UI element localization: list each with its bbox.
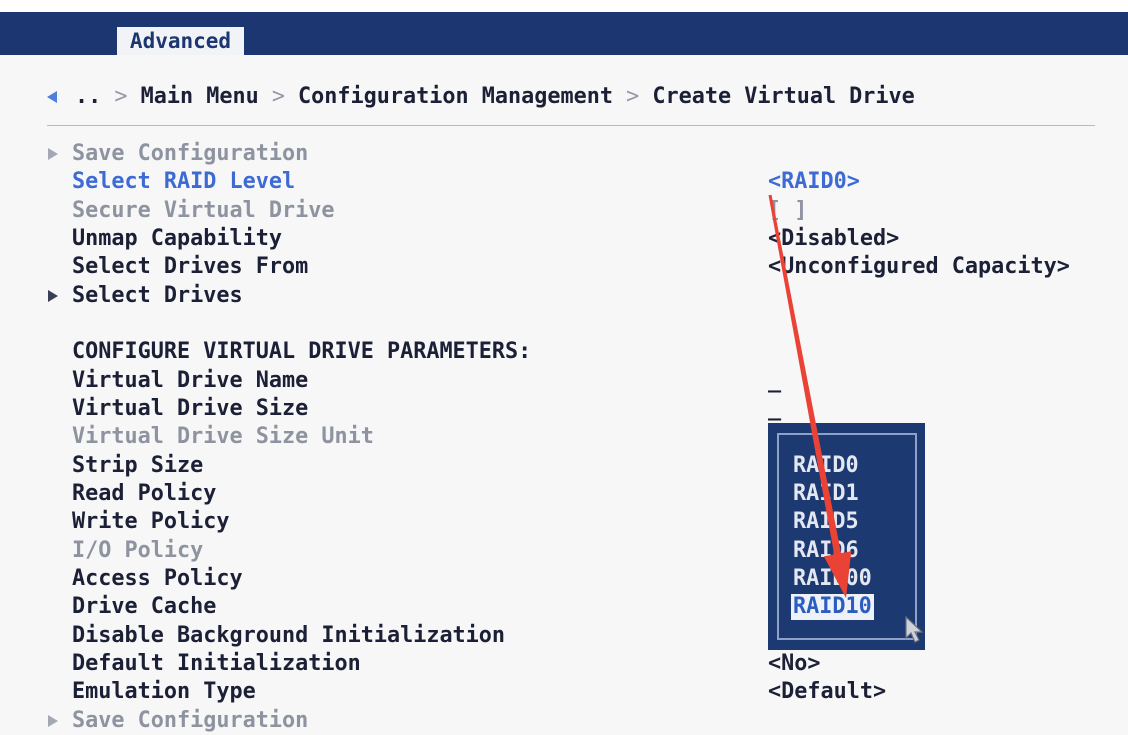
menu-item-write-policy[interactable]: Write Policy	[0, 508, 1128, 536]
breadcrumb: .. > Main Menu > Configuration Management > Cr…	[75, 83, 915, 111]
menu-item-virtual-drive-name[interactable]: Virtual Drive Name _	[0, 367, 1128, 395]
breadcrumb-item-main-menu: Main Menu	[140, 84, 259, 109]
back-arrow-icon[interactable]	[47, 91, 57, 103]
menu-item-label: Strip Size	[72, 452, 204, 478]
menu-item-default-initialization[interactable]: Default Initialization <No>	[0, 650, 1128, 678]
option-raid6[interactable]: RAID6	[793, 537, 874, 565]
menu-item-label: Disable Background Initialization	[72, 622, 506, 648]
breadcrumb-divider	[47, 125, 1095, 126]
option-label: RAID1	[793, 481, 859, 507]
menu-item-virtual-drive-size[interactable]: Virtual Drive Size _	[0, 395, 1128, 423]
top-strip	[0, 0, 1128, 12]
menu-item-label: Emulation Type	[72, 679, 256, 705]
option-label: RAID0	[793, 452, 859, 478]
option-label: RAID10	[791, 594, 874, 621]
unmap-capability-select[interactable]: <Disabled>	[768, 225, 899, 253]
breadcrumb-item-configuration-management: Configuration Management	[298, 84, 613, 109]
menu-item-select-drives-from[interactable]: Select Drives From <Unconfigured Capacity…	[0, 253, 1128, 281]
submenu-arrow-icon	[48, 148, 58, 160]
menu-item-label: Save Configuration	[72, 141, 309, 166]
breadcrumb-separator: >	[114, 84, 128, 109]
menu-item-label: Access Policy	[72, 565, 243, 591]
option-raid5[interactable]: RAID5	[793, 508, 874, 536]
default-initialization-select[interactable]: <No>	[768, 650, 821, 678]
virtual-drive-size-input[interactable]: _	[768, 395, 781, 423]
section-heading: CONFIGURE VIRTUAL DRIVE PARAMETERS:	[0, 338, 1128, 366]
menu-item-label: Select RAID Level	[72, 169, 296, 195]
menu-item-label: Save Configuration	[72, 707, 309, 733]
menu-item-read-policy[interactable]: Read Policy	[0, 480, 1128, 508]
section-heading-label: CONFIGURE VIRTUAL DRIVE PARAMETERS:	[72, 339, 532, 365]
menu-item-unmap-capability[interactable]: Unmap Capability <Disabled>	[0, 225, 1128, 253]
select-drives-from-select[interactable]: <Unconfigured Capacity>	[768, 253, 1070, 281]
submenu-arrow-icon	[48, 289, 58, 302]
option-raid1[interactable]: RAID1	[793, 480, 874, 508]
secure-virtual-drive-checkbox: [ ]	[768, 197, 808, 223]
tab-advanced[interactable]: Advanced	[117, 27, 244, 55]
form-menu: Save Configuration Select RAID Level <RAI…	[0, 140, 1128, 735]
raid-level-select[interactable]: <RAID0>	[768, 168, 860, 196]
menu-item-access-policy[interactable]: Access Policy	[0, 565, 1128, 593]
title-bar: Advanced	[0, 12, 1128, 55]
virtual-drive-name-input[interactable]: _	[768, 367, 781, 395]
menu-item-secure-virtual-drive: Secure Virtual Drive [ ]	[0, 197, 1128, 225]
menu-item-label: Virtual Drive Size	[72, 395, 309, 421]
menu-item-io-policy: I/O Policy	[0, 537, 1128, 565]
breadcrumb-item-create-virtual-drive: Create Virtual Drive	[652, 84, 915, 109]
menu-item-label: Default Initialization	[72, 650, 361, 676]
emulation-type-select[interactable]: <Default>	[768, 678, 886, 706]
submenu-arrow-icon	[48, 714, 58, 727]
menu-item-emulation-type[interactable]: Emulation Type <Default>	[0, 678, 1128, 706]
option-raid0[interactable]: RAID0	[793, 452, 874, 480]
menu-item-label: Secure Virtual Drive	[72, 197, 335, 223]
menu-item-label: Read Policy	[72, 480, 217, 506]
menu-item-label: Write Policy	[72, 509, 230, 535]
breadcrumb-separator: >	[626, 84, 640, 109]
menu-item-label: Select Drives	[72, 282, 243, 308]
option-raid00[interactable]: RAID00	[793, 565, 874, 593]
option-label: RAID00	[793, 566, 872, 592]
raid-level-dropdown[interactable]: RAID0 RAID1 RAID5 RAID6 RAID00 RAID10	[768, 423, 925, 650]
option-label: RAID6	[793, 537, 859, 563]
option-label: RAID5	[793, 509, 859, 535]
menu-item-disable-background-initialization[interactable]: Disable Background Initialization	[0, 622, 1128, 650]
option-raid10[interactable]: RAID10	[791, 593, 874, 621]
menu-item-select-drives[interactable]: Select Drives	[0, 282, 1128, 310]
menu-item-save-configuration: Save Configuration	[0, 140, 1128, 168]
menu-item-save-configuration-bottom: Save Configuration	[0, 707, 1128, 735]
breadcrumb-separator: >	[271, 84, 285, 109]
dropdown-options: RAID0 RAID1 RAID5 RAID6 RAID00 RAID10	[791, 452, 874, 622]
menu-item-strip-size[interactable]: Strip Size	[0, 452, 1128, 480]
menu-item-label: Virtual Drive Name	[72, 367, 309, 393]
menu-item-label: I/O Policy	[72, 537, 204, 563]
menu-item-label: Select Drives From	[72, 254, 309, 280]
menu-item-label: Drive Cache	[72, 594, 217, 620]
breadcrumb-item-parent: ..	[75, 84, 102, 109]
menu-item-label: Unmap Capability	[72, 225, 282, 251]
menu-item-select-raid-level[interactable]: Select RAID Level <RAID0>	[0, 168, 1128, 196]
menu-item-drive-cache[interactable]: Drive Cache	[0, 593, 1128, 621]
menu-item-virtual-drive-size-unit: Virtual Drive Size Unit	[0, 423, 1128, 451]
menu-item-label: Virtual Drive Size Unit	[72, 424, 374, 450]
